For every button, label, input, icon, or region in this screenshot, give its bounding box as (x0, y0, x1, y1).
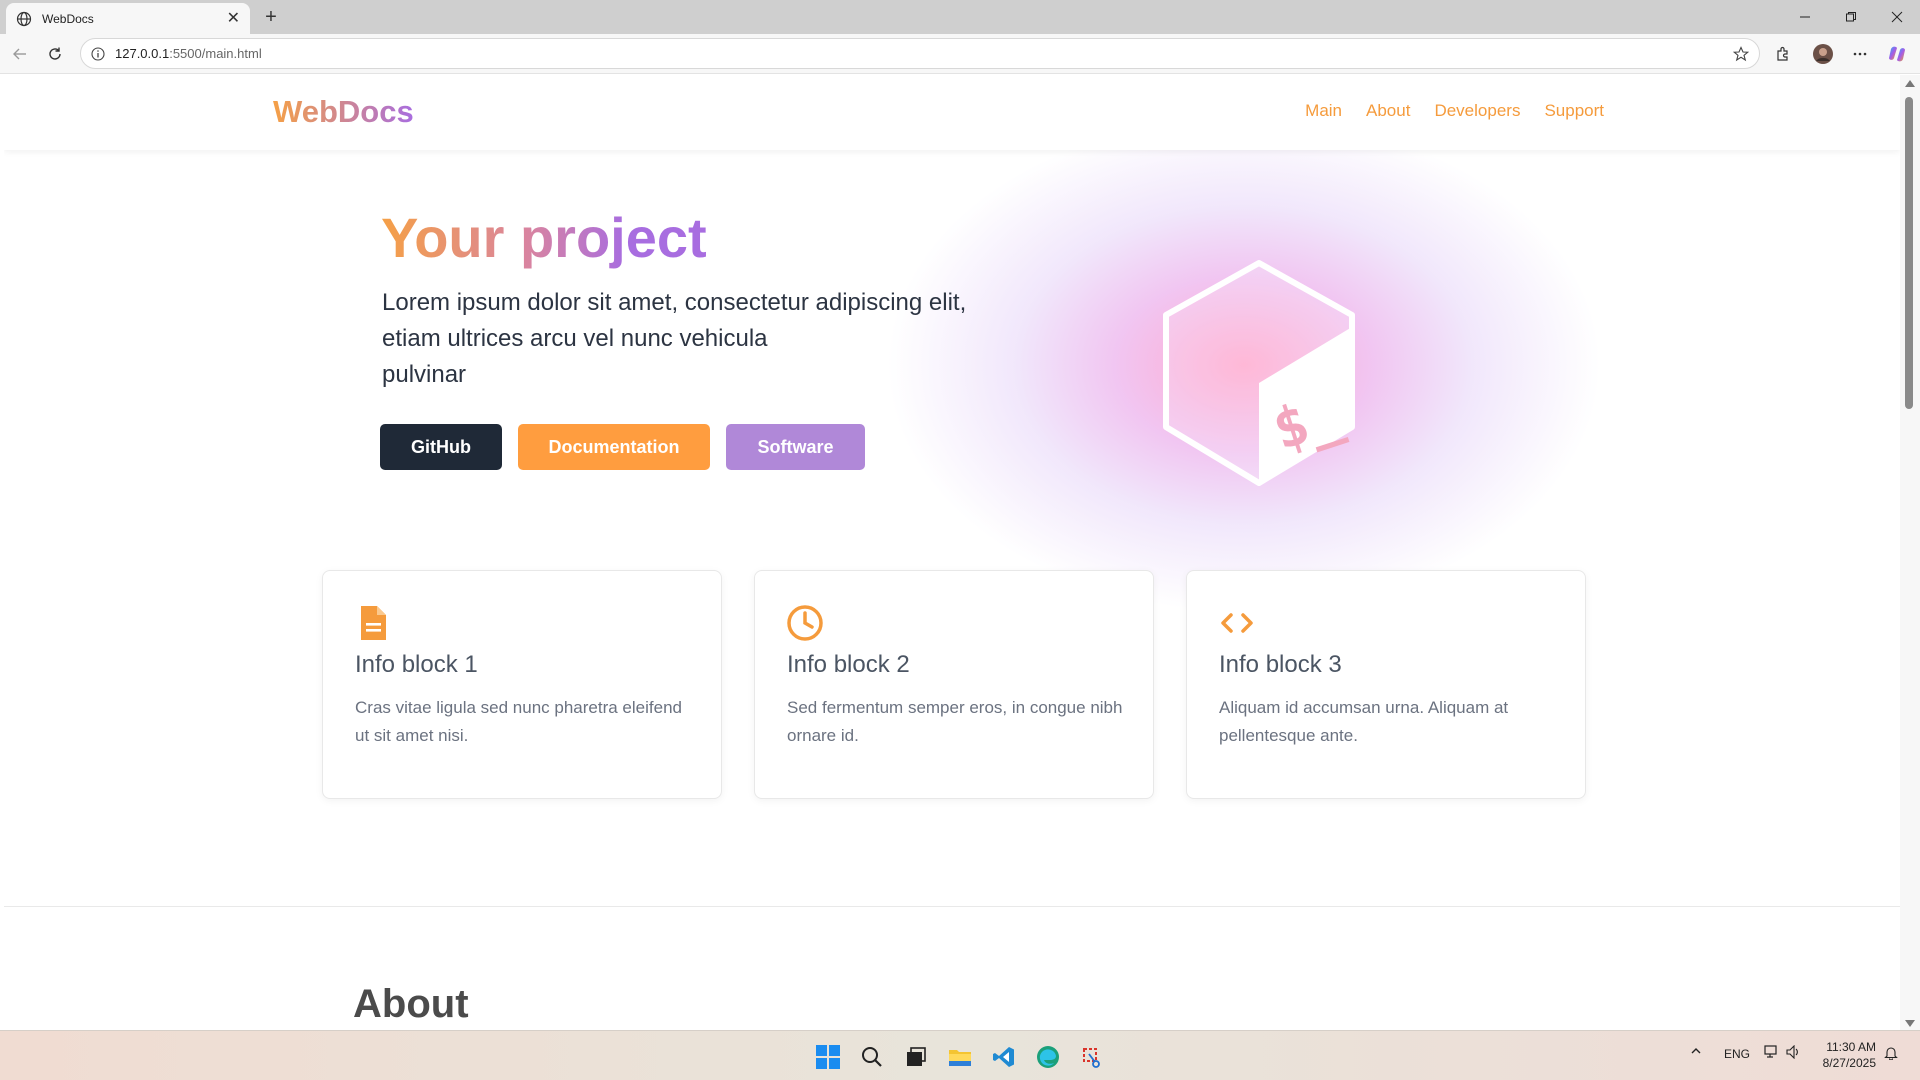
task-view-icon[interactable] (900, 1041, 932, 1073)
network-icon[interactable] (1764, 1045, 1780, 1062)
tab-bar: WebDocs ✕ + (0, 0, 1920, 34)
browser-tab[interactable]: WebDocs ✕ (6, 3, 250, 34)
hero-description: Lorem ipsum dolor sit amet, consectetur … (382, 285, 1002, 393)
reload-icon[interactable] (43, 42, 67, 66)
nav-link-main[interactable]: Main (1305, 101, 1342, 121)
card-title: Info block 1 (355, 651, 478, 678)
page-scrollbar[interactable] (1900, 75, 1920, 1030)
site-logo[interactable]: WebDocs (273, 94, 414, 130)
hero-title: Your project (381, 206, 707, 269)
file-explorer-icon[interactable] (944, 1041, 976, 1073)
url-host: 127.0.0.1 (115, 46, 170, 61)
nav-link-support[interactable]: Support (1544, 101, 1604, 121)
info-card-2: Info block 2 Sed fermentum semper eros, … (754, 570, 1154, 799)
scrollbar-thumb[interactable] (1905, 97, 1913, 409)
site-nav: Main About Developers Support (1305, 101, 1604, 121)
windows-start-icon[interactable] (812, 1041, 844, 1073)
clock-icon (785, 603, 825, 643)
card-text: Sed fermentum semper eros, in congue nib… (787, 698, 1123, 745)
documentation-button[interactable]: Documentation (518, 424, 710, 470)
copilot-icon[interactable] (1885, 42, 1909, 66)
new-tab-button[interactable]: + (258, 4, 284, 30)
nav-link-developers[interactable]: Developers (1434, 101, 1520, 121)
code-icon (1217, 603, 1257, 643)
address-bar-row: 127.0.0.1:5500/main.html (0, 34, 1920, 74)
github-button[interactable]: GitHub (380, 424, 502, 470)
card-title: Info block 2 (787, 651, 910, 678)
software-button[interactable]: Software (726, 424, 865, 470)
tray-chevron-icon[interactable] (1690, 1045, 1702, 1060)
site-header: WebDocs Main About Developers Support (4, 75, 1900, 150)
info-card-3: Info block 3 Aliquam id accumsan urna. A… (1186, 570, 1586, 799)
section-divider (4, 906, 1900, 907)
windows-taskbar: ENG 11:30 AM 8/27/2025 (0, 1030, 1920, 1080)
clock-time: 11:30 AM (1826, 1040, 1876, 1054)
edge-browser-icon[interactable] (1032, 1041, 1064, 1073)
scroll-down-arrow-icon[interactable] (1905, 1020, 1915, 1027)
document-icon (353, 603, 393, 643)
card-text: Cras vitae ligula sed nunc pharetra elei… (355, 698, 682, 745)
restore-button[interactable] (1828, 0, 1874, 34)
url-input[interactable]: 127.0.0.1:5500/main.html (80, 38, 1760, 69)
url-text: 127.0.0.1:5500/main.html (115, 46, 262, 61)
hero-text-line-3: pulvinar (382, 361, 467, 388)
tab-title: WebDocs (42, 11, 94, 26)
star-icon[interactable] (1731, 44, 1751, 64)
nav-link-about[interactable]: About (1366, 101, 1410, 121)
url-path: :5500/main.html (169, 46, 262, 61)
clock[interactable]: 11:30 AM 8/27/2025 (1823, 1039, 1876, 1071)
close-window-button[interactable] (1874, 0, 1920, 34)
scroll-up-arrow-icon[interactable] (1905, 80, 1915, 87)
bash-logo-icon: $_ (1154, 255, 1364, 495)
hero-text-line-1: Lorem ipsum dolor sit amet, consectetur … (382, 289, 967, 316)
globe-icon (16, 11, 32, 27)
hero-text-line-2: etiam ultrices arcu vel nunc vehicula (382, 325, 768, 352)
profile-avatar[interactable] (1811, 42, 1835, 66)
notification-bell-icon[interactable] (1884, 1045, 1898, 1063)
search-icon[interactable] (856, 1041, 888, 1073)
extensions-icon[interactable] (1771, 42, 1795, 66)
info-card-1: Info block 1 Cras vitae ligula sed nunc … (322, 570, 722, 799)
page-viewport: WebDocs Main About Developers Support Yo… (4, 75, 1900, 1030)
vscode-icon[interactable] (988, 1041, 1020, 1073)
snipping-tool-icon[interactable] (1076, 1041, 1108, 1073)
back-arrow-icon[interactable] (8, 42, 32, 66)
minimize-button[interactable] (1782, 0, 1828, 34)
language-indicator[interactable]: ENG (1724, 1047, 1750, 1061)
volume-icon[interactable] (1786, 1044, 1802, 1062)
close-tab-icon[interactable]: ✕ (227, 10, 240, 27)
card-title: Info block 3 (1219, 651, 1342, 678)
info-icon[interactable] (89, 45, 107, 63)
clock-date: 8/27/2025 (1822, 1056, 1876, 1070)
about-heading: About (353, 982, 469, 1026)
more-menu-icon[interactable] (1848, 42, 1872, 66)
card-text: Aliquam id accumsan urna. Aliquam at pel… (1219, 698, 1509, 745)
